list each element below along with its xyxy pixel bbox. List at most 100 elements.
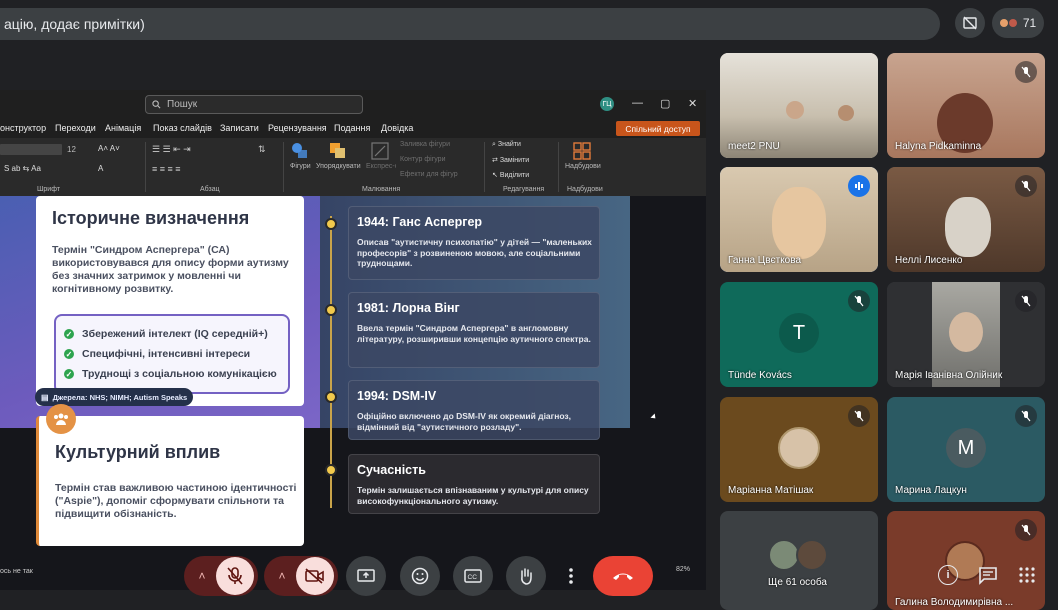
participant-name: Tünde Kovács — [728, 370, 792, 381]
mic-off-button[interactable] — [216, 557, 254, 595]
participant-tile[interactable]: Halyna Pidkaminna — [887, 53, 1045, 158]
bullets-icon[interactable]: ☰ ☰ ⇤ ⇥ — [152, 144, 191, 155]
chevron-up-icon[interactable]: ˄ — [268, 569, 296, 583]
participant-tile[interactable]: T Tünde Kovács — [720, 282, 878, 387]
addins-icon[interactable] — [573, 142, 591, 160]
timeline-card: Сучасність Термін залишається впізнавани… — [348, 454, 600, 514]
font-group-label: Шрифт — [37, 186, 61, 193]
paragraph-group-label: Абзац — [200, 186, 220, 193]
mic-off-icon — [854, 410, 864, 422]
more-vertical-icon — [569, 568, 573, 584]
select-icon: ↖ — [492, 172, 500, 179]
participant-tile[interactable]: Галина Володимирівна ... — [887, 511, 1045, 610]
muted-indicator — [1015, 61, 1037, 83]
close-icon[interactable]: ✕ — [688, 97, 697, 110]
ribbon-divider — [484, 142, 485, 192]
minimize-icon[interactable]: — — [632, 97, 643, 109]
menu-tab-animations[interactable]: Анімація — [105, 123, 141, 133]
ribbon-divider — [145, 142, 146, 192]
menu-tab-record[interactable]: Записати — [220, 123, 259, 133]
speaking-indicator — [848, 175, 870, 197]
culture-text: Термін став важливою частиною ідентичнос… — [55, 482, 297, 520]
arrange-icon[interactable] — [329, 142, 347, 160]
camera-off-button[interactable] — [296, 557, 334, 595]
shape-fill-button[interactable]: Заливка фігури — [400, 141, 450, 148]
shapes-label[interactable]: Фігури — [290, 163, 311, 170]
quick-styles-label[interactable]: Експрес-стилі — [366, 163, 396, 170]
quick-styles-icon[interactable] — [371, 142, 389, 160]
camera-control[interactable]: ˄ — [264, 556, 338, 596]
find-button[interactable]: ⌕ Знайти — [492, 141, 521, 149]
bullet-text: Збережений інтелект (IQ середній+) — [82, 328, 268, 340]
participant-tile[interactable]: Марія Іванівна Олійник — [887, 282, 1045, 387]
arrange-label[interactable]: Упорядкувати — [316, 163, 361, 170]
font-color-icon[interactable]: A — [98, 164, 103, 173]
captions-button[interactable]: CC — [453, 556, 493, 596]
more-options-button[interactable] — [556, 556, 586, 596]
menu-tab-help[interactable]: Довідка — [381, 123, 413, 133]
mic-control[interactable]: ˄ — [184, 556, 258, 596]
present-button[interactable] — [346, 556, 386, 596]
shapes-icon[interactable] — [291, 142, 309, 160]
menu-tab-review[interactable]: Рецензування — [268, 123, 327, 133]
zoom-level[interactable]: 82% — [676, 566, 690, 573]
ppt-menu-bar: онструктор Переходи Анімація Показ слайд… — [0, 118, 706, 138]
emoji-icon — [411, 567, 429, 585]
select-label: Виділити — [499, 172, 530, 179]
timeline-title: Сучасність — [357, 463, 426, 477]
more-participants-tile[interactable]: Ще 61 особа — [720, 511, 878, 610]
addins-label[interactable]: Надбудови — [565, 163, 601, 170]
search-icon — [152, 100, 161, 109]
menu-tab-view[interactable]: Подання — [334, 123, 370, 133]
participant-tile[interactable]: Маріанна Матішак — [720, 397, 878, 502]
ppt-search-placeholder: Пошук — [167, 99, 198, 110]
font-name-box[interactable] — [0, 144, 62, 155]
timeline-text: Ввела термін "Синдром Аспергера" в англо… — [357, 323, 591, 344]
mouse-cursor-icon — [650, 413, 658, 421]
check-icon: ✓ — [64, 329, 74, 339]
raise-hand-button[interactable] — [506, 556, 546, 596]
check-icon: ✓ — [64, 369, 74, 379]
info-icon[interactable]: i — [938, 565, 958, 585]
participant-tile-speaking[interactable]: Ганна Цвєткова — [720, 167, 878, 272]
menu-tab-transitions[interactable]: Переходи — [55, 123, 96, 133]
check-icon: ✓ — [64, 349, 74, 359]
svg-text:CC: CC — [468, 574, 478, 581]
muted-indicator — [1015, 519, 1037, 541]
font-style-icons[interactable]: S ab ⇆ Aa — [4, 164, 41, 173]
menu-tab-slideshow[interactable]: Показ слайдів — [153, 123, 212, 133]
captions-icon: CC — [464, 569, 482, 583]
participants-button[interactable]: 71 — [992, 8, 1044, 38]
user-avatar[interactable]: ГЦ — [600, 97, 614, 111]
shape-outline-button[interactable]: Контур фігури — [400, 156, 445, 163]
chevron-up-icon[interactable]: ˄ — [188, 569, 216, 583]
select-button[interactable]: ↖ Виділити — [492, 171, 529, 179]
maximize-icon[interactable]: ▢ — [660, 97, 670, 110]
participant-tile[interactable]: meet2 PNU — [720, 53, 878, 158]
font-size-box[interactable]: 12 — [67, 145, 76, 154]
emoji-button[interactable] — [400, 556, 440, 596]
shape-effects-button[interactable]: Ефекти для фігур — [400, 171, 458, 178]
activities-button[interactable] — [1019, 567, 1035, 588]
avatar — [778, 427, 820, 469]
muted-indicator — [1015, 175, 1037, 197]
timeline-text: Термін залишається впізнаваним у культур… — [357, 485, 589, 506]
text-direction-icon[interactable]: ⇅ — [258, 144, 266, 155]
participant-count: 71 — [1022, 16, 1037, 30]
menu-tab-design[interactable]: онструктор — [0, 123, 46, 133]
participant-tile[interactable]: Неллі Лисенко — [887, 167, 1045, 272]
leave-call-button[interactable] — [593, 556, 653, 596]
more-participants-label: Ще 61 особа — [768, 577, 827, 588]
drawing-group-label: Малювання — [362, 186, 401, 193]
participant-name: Марія Іванівна Олійник — [895, 370, 1003, 381]
align-icons[interactable]: ≡ ≡ ≡ ≡ — [152, 164, 181, 174]
ppt-search-box[interactable]: Пошук — [145, 95, 363, 114]
replace-button[interactable]: ⇄ Замінити — [492, 156, 529, 164]
replace-icon: ⇄ — [492, 157, 500, 164]
participant-tile[interactable]: M Марина Лацкун — [887, 397, 1045, 502]
grow-font-icon[interactable]: A˄ A˅ — [98, 144, 120, 153]
chat-button[interactable] — [978, 565, 998, 590]
share-button[interactable]: Спільний доступ — [616, 121, 700, 136]
timeline-text: Описав "аутистичну психопатію" у дітей —… — [357, 237, 592, 268]
layout-button[interactable] — [955, 8, 985, 38]
